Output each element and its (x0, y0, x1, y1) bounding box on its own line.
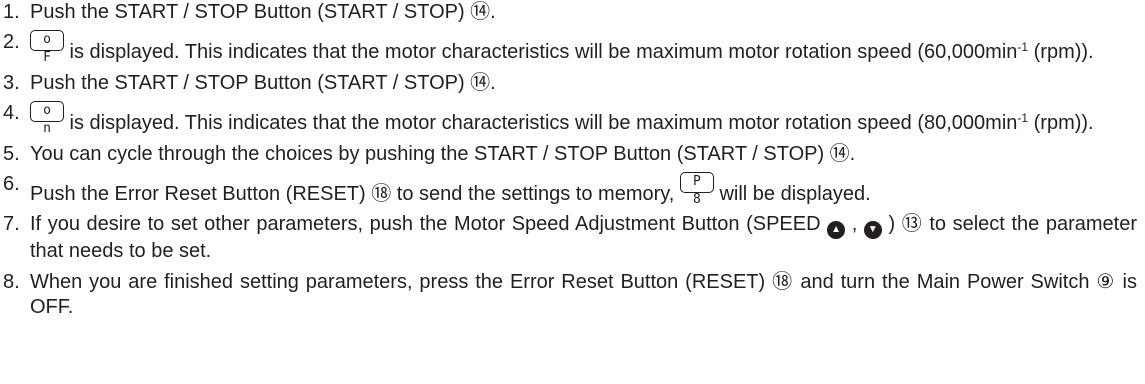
step-text: If you desire to set other parameters, p… (30, 213, 828, 235)
step-number: 4. (3, 102, 20, 124)
step-text: is displayed. This indicates that the mo… (64, 112, 1018, 134)
step-number: 3. (3, 72, 20, 94)
step-number: 2. (3, 31, 20, 53)
step-number: 5. (3, 143, 20, 165)
step-text: When you are finished setting parameters… (30, 271, 1137, 318)
step-text: is displayed. This indicates that the mo… (64, 41, 1018, 63)
steps-list: 1. Push the START / STOP Button (START /… (0, 0, 1145, 320)
superscript: -1 (1017, 40, 1029, 54)
down-arrow-circle-icon: ▼ (863, 221, 882, 239)
step-2: 2. o F is displayed. This indicates that… (0, 30, 1145, 65)
step-7: 7. If you desire to set other parameters… (0, 212, 1145, 264)
superscript: -1 (1017, 111, 1029, 125)
instruction-document: 1. Push the START / STOP Button (START /… (0, 0, 1145, 384)
step-text-end: will be displayed. (713, 183, 871, 205)
step-5: 5. You can cycle through the choices by … (0, 142, 1145, 167)
step-3: 3. Push the START / STOP Button (START /… (0, 71, 1145, 96)
step-number: 8. (3, 271, 20, 293)
step-text-end: (rpm)). (1028, 112, 1094, 134)
step-text-end: (rpm)). (1028, 41, 1094, 63)
lcd-display-on: o n (30, 101, 64, 136)
step-text: Push the START / STOP Button (START / ST… (30, 1, 496, 23)
step-number: 6. (3, 173, 20, 195)
step-1: 1. Push the START / STOP Button (START /… (0, 0, 1145, 25)
step-text: Push the START / STOP Button (START / ST… (30, 72, 496, 94)
step-text: You can cycle through the choices by pus… (30, 143, 856, 165)
step-number: 7. (3, 213, 20, 235)
step-number: 1. (3, 1, 20, 23)
step-8: 8. When you are finished setting paramet… (0, 270, 1145, 320)
step-4: 4. o n is displayed. This indicates that… (0, 101, 1145, 136)
separator: , (845, 213, 864, 235)
lcd-display-pb: P 8 (679, 172, 714, 207)
step-text: Push the Error Reset Button (RESET) ⑱ to… (30, 183, 680, 205)
lcd-display-of: o F (30, 30, 64, 65)
up-arrow-circle-icon: ▲ (827, 221, 846, 239)
step-6: 6. Push the Error Reset Button (RESET) ⑱… (0, 172, 1145, 207)
